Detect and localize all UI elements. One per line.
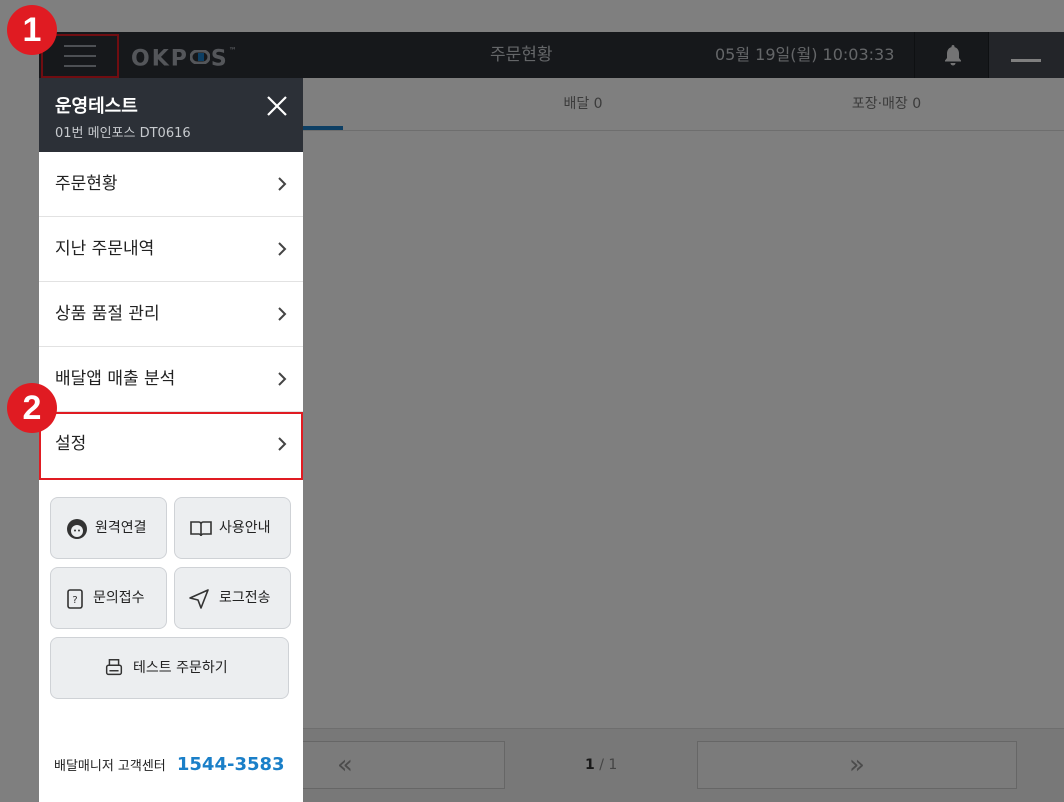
side-drawer: 운영테스트 01번 메인포스 DT0616 주문현황 지난 주문내역 상품 품절…: [39, 78, 303, 802]
send-log-label: 로그전송: [219, 590, 271, 606]
store-name: 운영테스트: [55, 96, 138, 117]
remote-support-label: 원격연결: [95, 520, 147, 536]
menu-item-sold-out[interactable]: 상품 품절 관리: [39, 282, 303, 347]
inquiry-button[interactable]: ? 문의접수: [50, 567, 167, 629]
chevron-right-icon: [278, 242, 287, 256]
menu-item-label: 상품 품절 관리: [55, 304, 160, 324]
send-log-button[interactable]: 로그전송: [174, 567, 291, 629]
step-marker-2: 2: [7, 383, 57, 433]
inquiry-label: 문의접수: [93, 590, 145, 606]
menu-item-order-status[interactable]: 주문현황: [39, 152, 303, 217]
user-guide-button[interactable]: 사용안내: [174, 497, 291, 559]
menu-item-label: 주문현황: [55, 174, 118, 194]
settings-highlight-box: [39, 412, 303, 480]
chevron-right-icon: [278, 372, 287, 386]
app-window: OKPS™ 주문현황 05월 19일(월) 10:03:33 0 배달 0 포장…: [0, 0, 1064, 802]
user-guide-label: 사용안내: [219, 520, 271, 536]
send-icon: [189, 589, 209, 609]
book-icon: [190, 521, 212, 537]
menu-item-label: 지난 주문내역: [55, 239, 155, 259]
menu-item-label: 배달앱 매출 분석: [55, 369, 176, 389]
store-subtitle: 01번 메인포스 DT0616: [55, 126, 191, 141]
printer-icon: [105, 659, 123, 676]
chevron-right-icon: [278, 307, 287, 321]
chevron-right-icon: [278, 177, 287, 191]
step-marker-1: 1: [7, 5, 57, 55]
test-order-button[interactable]: 테스트 주문하기: [50, 637, 289, 699]
close-icon[interactable]: [265, 94, 289, 118]
test-order-label: 테스트 주문하기: [133, 660, 228, 676]
drawer-header: 운영테스트 01번 메인포스 DT0616: [39, 78, 303, 152]
inquiry-icon: ?: [67, 589, 83, 609]
remote-support-button[interactable]: 원격연결: [50, 497, 167, 559]
menu-item-sales-analysis[interactable]: 배달앱 매출 분석: [39, 347, 303, 412]
customer-center: 배달매니저 고객센터 1544-3583: [54, 751, 285, 779]
customer-center-phone[interactable]: 1544-3583: [177, 754, 285, 775]
menu-item-past-orders[interactable]: 지난 주문내역: [39, 217, 303, 282]
customer-center-label: 배달매니저 고객센터: [54, 759, 166, 774]
remote-support-icon: [67, 519, 87, 539]
svg-text:?: ?: [72, 595, 77, 606]
